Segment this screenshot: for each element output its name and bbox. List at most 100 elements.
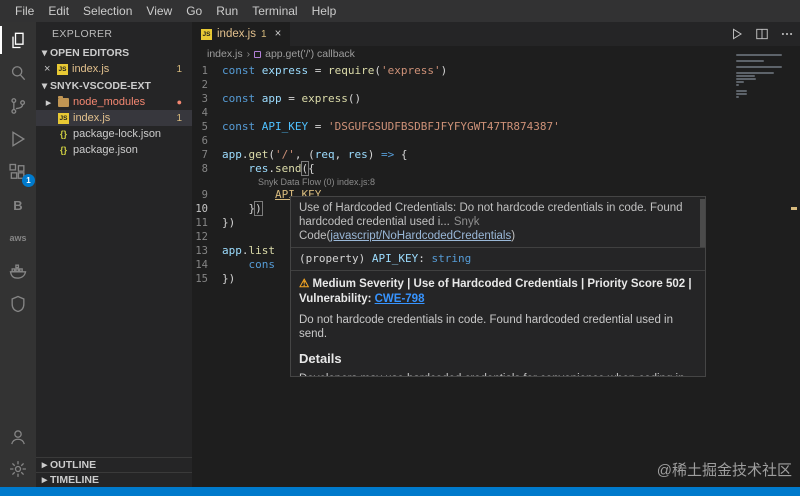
- open-editor-item-indexjs[interactable]: × index.js 1: [36, 61, 192, 77]
- menu-item-selection[interactable]: Selection: [76, 0, 139, 22]
- search-icon[interactable]: [0, 61, 36, 85]
- js-file-icon: [58, 113, 69, 124]
- tab-label: index.js: [217, 28, 256, 40]
- code-text[interactable]: res.send({: [222, 162, 315, 176]
- open-editors-header[interactable]: OPEN EDITORS: [36, 44, 192, 61]
- breadcrumb: index.js app.get('/') callback: [192, 46, 800, 62]
- file-name: index.js: [73, 112, 110, 124]
- diagnostic-code-suffix: ): [511, 230, 515, 242]
- file-item-package.json[interactable]: package.json: [36, 142, 192, 158]
- details-heading: Details: [299, 351, 697, 366]
- line-number: 8: [192, 162, 222, 176]
- workbench: 1 Baws EXPLORER OPEN EDITORS × index.js 1…: [0, 22, 800, 487]
- property-name: API_KEY: [372, 252, 418, 265]
- open-editor-name: index.js: [72, 63, 109, 75]
- menu-item-file[interactable]: File: [8, 0, 41, 22]
- folder-item-node_modules[interactable]: node_modules ●: [36, 94, 192, 110]
- code-line-8: 8 res.send({: [192, 162, 800, 176]
- line-number: 2: [192, 78, 222, 92]
- breadcrumb-symbol[interactable]: app.get('/') callback: [265, 48, 355, 60]
- file-item-package-lock.json[interactable]: package-lock.json: [36, 126, 192, 142]
- menu-item-edit[interactable]: Edit: [41, 0, 76, 22]
- code-text[interactable]: app.list: [222, 244, 275, 258]
- status-bar[interactable]: [0, 487, 800, 496]
- code-text[interactable]: }): [222, 216, 235, 230]
- line-number: 6: [192, 134, 222, 148]
- problem-badge: 1: [176, 64, 182, 75]
- breadcrumb-file[interactable]: index.js: [207, 48, 243, 60]
- aws-toolkit-icon[interactable]: aws: [0, 226, 36, 250]
- code-text[interactable]: cons: [222, 258, 275, 272]
- code-line-1: 1const express = require('express'): [192, 64, 800, 78]
- file-badge: ●: [177, 97, 182, 107]
- snyk-icon[interactable]: [0, 292, 36, 316]
- menu-item-view[interactable]: View: [139, 0, 179, 22]
- json-file-icon: [58, 129, 69, 139]
- tab-indexjs[interactable]: index.js 1: [192, 22, 290, 46]
- snyk-code-lens[interactable]: Snyk Data Flow (0) index.js:8: [192, 176, 800, 188]
- more-actions-icon[interactable]: [780, 27, 794, 41]
- menu-item-help[interactable]: Help: [305, 0, 344, 22]
- outline-label: OUTLINE: [50, 459, 96, 471]
- line-number: 3: [192, 92, 222, 106]
- diagnostic-message: Use of Hardcoded Credentials: Do not har…: [299, 202, 683, 228]
- activity-bar: 1 Baws: [0, 22, 36, 487]
- file-item-index.js[interactable]: index.js1: [36, 110, 192, 126]
- file-name: package-lock.json: [73, 128, 161, 140]
- line-number: 7: [192, 148, 222, 162]
- code-text[interactable]: }): [222, 272, 235, 286]
- timeline-section-header[interactable]: TIMELINE: [36, 472, 192, 487]
- watermark: @稀土掘金技术社区: [657, 459, 792, 480]
- menu-item-go[interactable]: Go: [179, 0, 209, 22]
- code-text[interactable]: }): [222, 202, 262, 216]
- code-line-2: 2: [192, 78, 800, 92]
- minimap[interactable]: [736, 54, 786, 99]
- extensions-icon[interactable]: 1: [0, 160, 36, 184]
- chevron-right-icon: [43, 96, 54, 109]
- menu-item-run[interactable]: Run: [209, 0, 245, 22]
- property-signature: (property) API_KEY: string: [291, 248, 705, 270]
- run-debug-icon[interactable]: [0, 127, 36, 151]
- line-number: 13: [192, 244, 222, 258]
- run-icon[interactable]: [730, 27, 744, 41]
- vscode-window: FileEditSelectionViewGoRunTerminalHelp 1…: [0, 0, 800, 496]
- code-text[interactable]: app.get('/', (req, res) => {: [222, 148, 408, 162]
- code-text[interactable]: const app = express(): [222, 92, 361, 106]
- sidebar-bottom-sections: OUTLINE TIMELINE: [36, 457, 192, 487]
- code-text[interactable]: const API_KEY = 'DSGUFGSUDFBSDBFJFYFYGWT…: [222, 120, 560, 134]
- tooltip-scrollbar[interactable]: [700, 199, 705, 247]
- docker-icon[interactable]: [0, 259, 36, 283]
- line-number: 15: [192, 272, 222, 286]
- accounts-icon[interactable]: [0, 425, 36, 449]
- menu-item-terminal[interactable]: Terminal: [245, 0, 304, 22]
- cwe-link[interactable]: CWE-798: [375, 293, 425, 305]
- sidebar-title: EXPLORER: [36, 22, 192, 44]
- line-number: 1: [192, 64, 222, 78]
- project-name-label: SNYK-VSCODE-EXT: [50, 80, 151, 92]
- outline-section-header[interactable]: OUTLINE: [36, 457, 192, 472]
- vulnerability-details: Medium Severity | Use of Hardcoded Crede…: [291, 271, 705, 377]
- diagnostic-section: Use of Hardcoded Credentials: Do not har…: [291, 197, 705, 247]
- code-line-4: 4: [192, 106, 800, 120]
- source-control-icon[interactable]: [0, 94, 36, 118]
- close-icon[interactable]: ×: [44, 63, 53, 75]
- diagnostic-source: Snyk: [454, 216, 480, 228]
- timeline-label: TIMELINE: [50, 474, 99, 486]
- settings-icon[interactable]: [0, 457, 36, 481]
- code-text[interactable]: const express = require('express'): [222, 64, 447, 78]
- explorer-icon[interactable]: [0, 28, 36, 52]
- code-line-5: 5const API_KEY = 'DSGUFGSUDFBSDBFJFYFYGW…: [192, 120, 800, 134]
- project-section-header[interactable]: SNYK-VSCODE-EXT: [36, 77, 192, 94]
- split-editor-icon[interactable]: [755, 27, 769, 41]
- line-number: 4: [192, 106, 222, 120]
- code-line-7: 7app.get('/', (req, res) => {: [192, 148, 800, 162]
- diagnostic-code-link[interactable]: javascript/NoHardcodedCredentials: [330, 230, 511, 242]
- hover-tooltip: Use of Hardcoded Credentials: Do not har…: [290, 196, 706, 377]
- bookmarks-icon[interactable]: B: [0, 193, 36, 217]
- folder-icon: [58, 98, 69, 107]
- severity-title: Medium Severity | Use of Hardcoded Crede…: [299, 277, 697, 307]
- tab-close-icon[interactable]: [275, 28, 282, 40]
- line-number: 11: [192, 216, 222, 230]
- file-name: node_modules: [73, 96, 145, 108]
- menu-bar: FileEditSelectionViewGoRunTerminalHelp: [0, 0, 800, 22]
